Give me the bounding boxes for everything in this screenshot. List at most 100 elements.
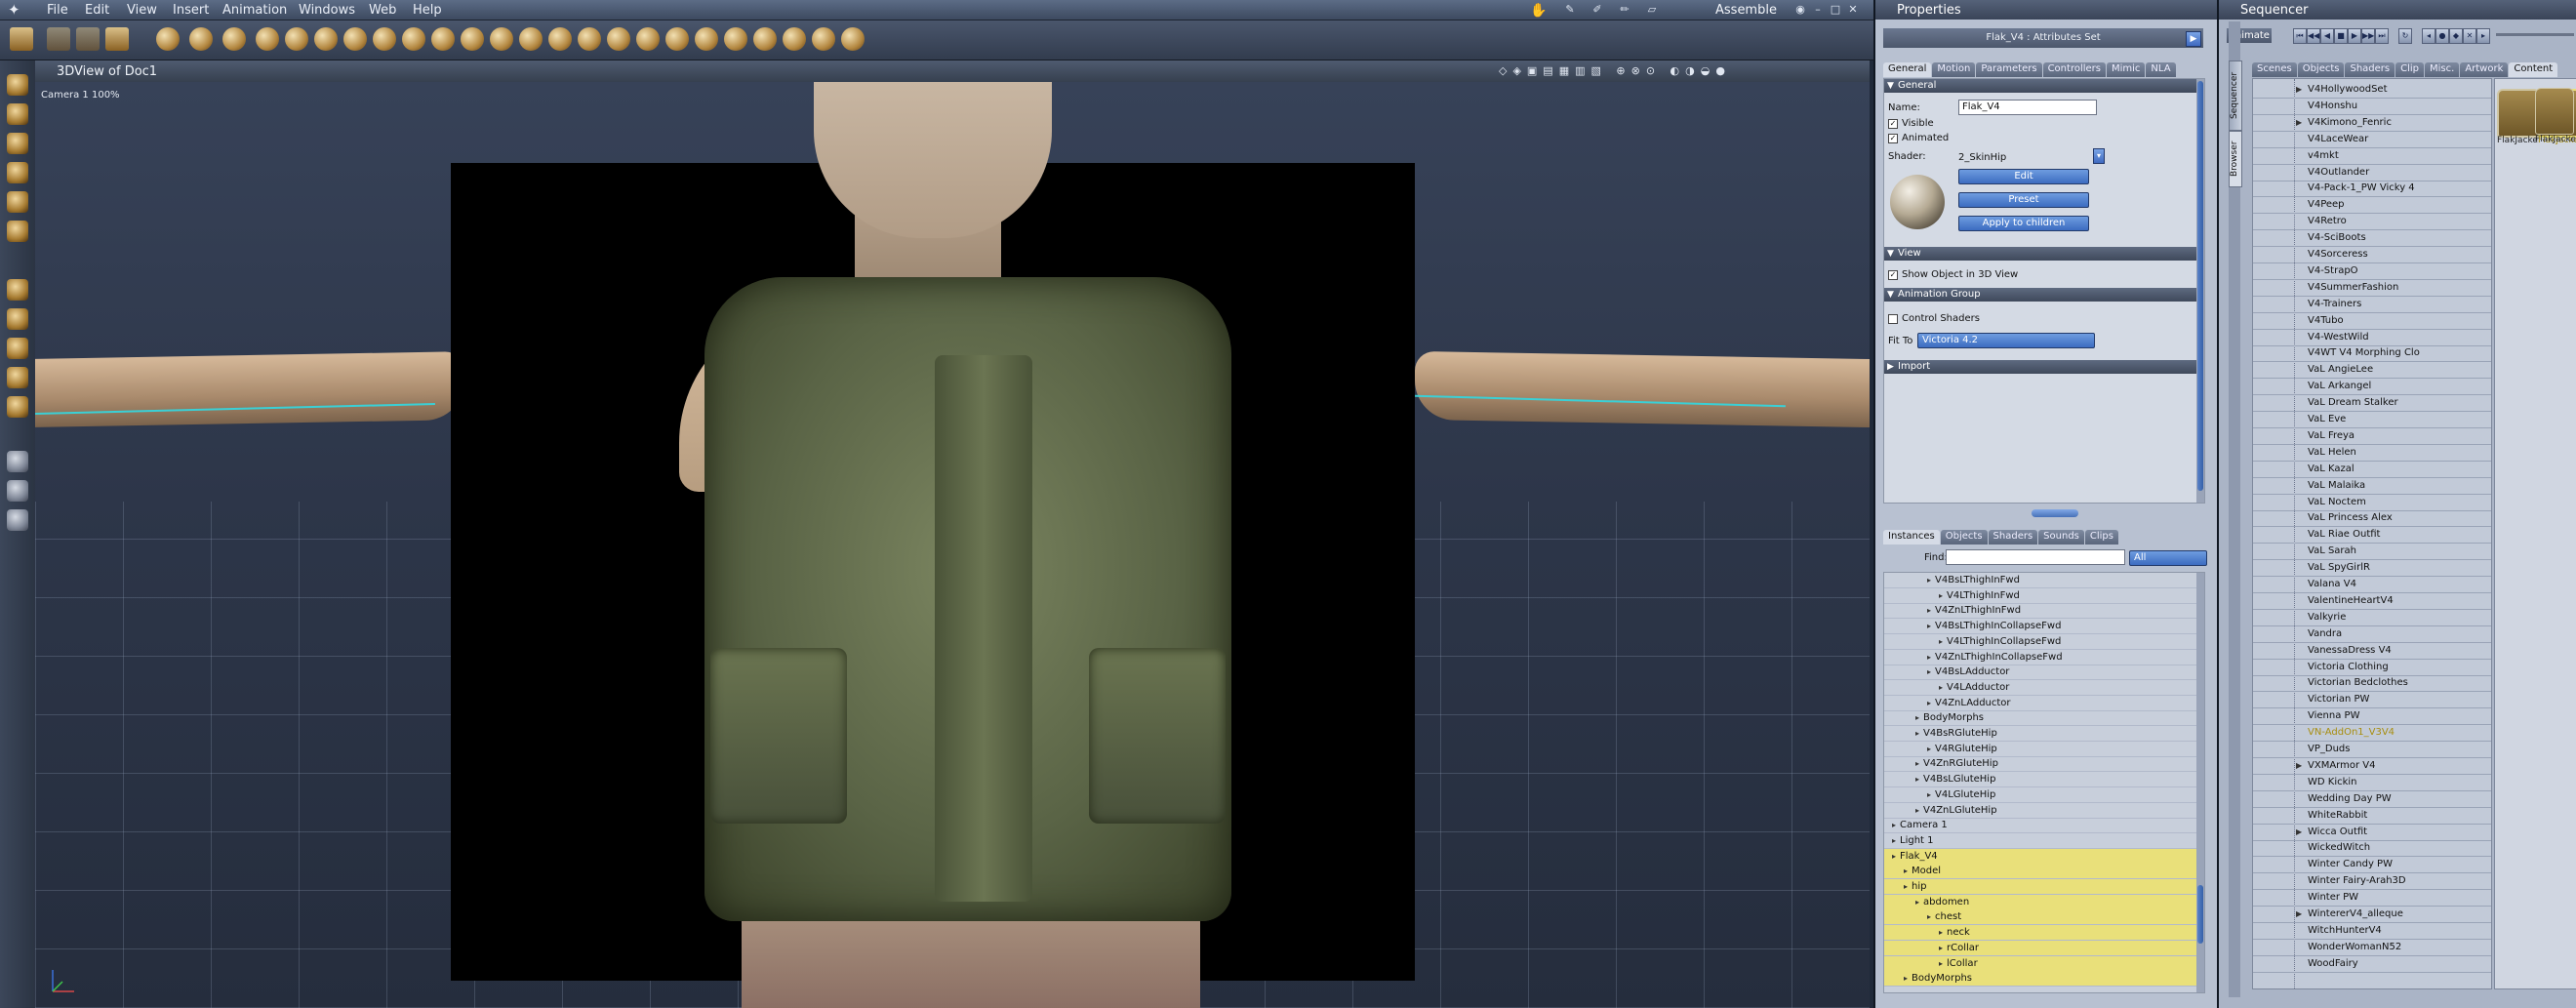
tree-row[interactable]: ▸ V4ZnLAdductor [1884, 696, 2204, 711]
library-item[interactable]: V4Sorceress [2253, 246, 2491, 263]
library-item[interactable]: VaL Noctem [2253, 494, 2491, 511]
tab-clip[interactable]: Clip [2395, 62, 2425, 77]
maximize-icon[interactable]: □ [1829, 3, 1842, 16]
tab-sequencer-vertical[interactable]: Sequencer [2229, 60, 2242, 131]
library-item[interactable]: WoodFairy [2253, 955, 2491, 973]
pipe-primitive-icon[interactable] [256, 27, 279, 51]
star-primitive-icon[interactable] [343, 27, 367, 51]
library-item[interactable]: V4Outlander [2253, 164, 2491, 181]
light-icon[interactable] [812, 27, 835, 51]
tab-misc[interactable]: Misc. [2425, 62, 2460, 77]
spline-icon[interactable] [373, 27, 396, 51]
tab-clips[interactable]: Clips [2084, 530, 2118, 544]
tree-expander-icon[interactable]: ▸ [1927, 665, 1935, 679]
stop-icon[interactable]: ■ [2334, 28, 2348, 44]
section-import[interactable]: ▶ Import [1884, 360, 2204, 374]
library-item[interactable]: Vienna PW [2253, 707, 2491, 726]
library-item[interactable]: VaL Dream Stalker [2253, 394, 2491, 413]
library-item[interactable]: V4SummerFashion [2253, 279, 2491, 297]
text3d-icon[interactable] [607, 27, 630, 51]
library-item[interactable]: V4-SciBoots [2253, 229, 2491, 248]
tree-expander-icon[interactable]: ▸ [1939, 634, 1947, 649]
hair-icon[interactable] [783, 27, 806, 51]
tab-sounds[interactable]: Sounds [2038, 530, 2084, 544]
pen-icon[interactable]: ✎ [1563, 3, 1577, 16]
library-item[interactable]: VaL AngieLee [2253, 361, 2491, 380]
tree-row[interactable]: ▸ V4BsLThighInFwd [1884, 573, 2204, 588]
tree-expander-icon[interactable]: ▸ [1927, 573, 1935, 587]
flak-jacket-thumbnail[interactable] [2535, 88, 2574, 135]
library-item[interactable]: ▶ V4HollywoodSet [2253, 81, 2491, 99]
section-view[interactable]: ▼ View [1884, 247, 2204, 261]
brush-icon[interactable]: ✐ [1590, 3, 1604, 16]
find-input[interactable] [1946, 549, 2125, 565]
text-primitive-icon[interactable] [314, 27, 338, 51]
pencil-icon[interactable]: ✏ [1618, 3, 1631, 16]
library-item[interactable]: V4LaceWear [2253, 131, 2491, 148]
next-key-icon[interactable]: ▶▶ [2361, 28, 2375, 44]
menu-web[interactable]: Web [369, 3, 396, 18]
scale-axis-icon[interactable] [7, 338, 28, 359]
tree-expander-icon[interactable]: ▸ [1915, 895, 1923, 909]
library-item[interactable]: ▶ VXMArmor V4 [2253, 757, 2491, 775]
library-item[interactable]: v4mkt [2253, 147, 2491, 165]
tree-row[interactable]: ▸ V4ZnLGluteHip [1884, 803, 2204, 819]
menu-help[interactable]: Help [413, 3, 442, 18]
tree-expander-icon[interactable]: ▸ [1927, 696, 1935, 710]
loop-icon[interactable]: ↻ [2398, 28, 2412, 44]
library-item[interactable]: Victoria Clothing [2253, 659, 2491, 676]
menu-windows[interactable]: Windows [299, 3, 355, 18]
library-item[interactable]: VaL Malaika [2253, 477, 2491, 495]
tree-row[interactable]: ▸ chest [1884, 909, 2204, 926]
rotate-axis-icon[interactable] [7, 308, 28, 330]
tree-expander-icon[interactable]: ▸ [1904, 864, 1912, 878]
tree-row[interactable]: ▸ V4BsLGluteHip [1884, 772, 2204, 788]
arrow-select-icon[interactable] [7, 74, 28, 96]
room-label[interactable]: Assemble [1715, 3, 1777, 18]
show-object-checkbox[interactable]: ✓ [1888, 270, 1898, 280]
loft-icon[interactable] [490, 27, 513, 51]
tab-content[interactable]: Content [2509, 62, 2558, 77]
tab-general[interactable]: General [1883, 62, 1932, 77]
section-animation-group[interactable]: ▼ Animation Group [1884, 288, 2204, 302]
panel-splitter-handle[interactable] [2032, 509, 2078, 517]
close-icon[interactable]: ✕ [1846, 3, 1860, 16]
tree-row[interactable]: ▸ BodyMorphs [1884, 710, 2204, 727]
tab-shaders-browser[interactable]: Shaders [2345, 62, 2395, 77]
name-field[interactable]: Flak_V4 [1958, 100, 2097, 115]
menu-edit[interactable]: Edit [85, 3, 109, 18]
control-shaders-checkbox[interactable] [1888, 314, 1898, 324]
extrude-icon[interactable] [461, 27, 484, 51]
library-item[interactable]: V4Honshu [2253, 98, 2491, 115]
go-end-icon[interactable]: ⏭ [2375, 28, 2389, 44]
pin-icon[interactable]: ▶ [2186, 31, 2201, 47]
library-item[interactable]: V4Tubo [2253, 312, 2491, 330]
library-item[interactable]: WitchHunterV4 [2253, 922, 2491, 940]
tree-row[interactable]: ▸ V4LGluteHip [1884, 787, 2204, 803]
library-item[interactable]: VaL Sarah [2253, 543, 2491, 561]
library-item[interactable]: VaL Riae Outfit [2253, 526, 2491, 544]
menu-view[interactable]: View [127, 3, 157, 18]
tree-row[interactable]: ▸ V4BsRGluteHip [1884, 726, 2204, 742]
library-item[interactable]: VaL Freya [2253, 427, 2491, 445]
tab-controllers[interactable]: Controllers [2042, 62, 2106, 77]
translate-axis-icon[interactable] [7, 279, 28, 301]
sweep-icon[interactable] [431, 27, 455, 51]
tab-objects-browser[interactable]: Objects [2297, 62, 2345, 77]
tab-objects[interactable]: Objects [1940, 530, 1988, 544]
tree-row[interactable]: ▸ neck [1884, 925, 2204, 942]
tab-browser-vertical[interactable]: Browser [2229, 131, 2242, 187]
tab-instances[interactable]: Instances [1883, 530, 1940, 544]
tree-expander-icon[interactable]: ▸ [1939, 588, 1947, 603]
plane-icon[interactable] [665, 27, 689, 51]
move-icon[interactable] [7, 103, 28, 125]
cube-primitive-icon[interactable] [285, 27, 308, 51]
library-item[interactable]: VaL Princess Alex [2253, 509, 2491, 528]
tree-row[interactable]: ▸ V4ZnLThighInCollapseFwd [1884, 650, 2204, 665]
tree-expander-icon[interactable]: ▸ [1915, 803, 1923, 818]
tree-row[interactable]: ▸ Light 1 [1884, 833, 2204, 849]
key-icon[interactable]: ◆ [2449, 28, 2463, 44]
library-item[interactable]: Winter PW [2253, 889, 2491, 907]
tree-expander-icon[interactable]: ▸ [1927, 650, 1935, 665]
tree-row[interactable]: ▸ lCollar [1884, 955, 2204, 972]
